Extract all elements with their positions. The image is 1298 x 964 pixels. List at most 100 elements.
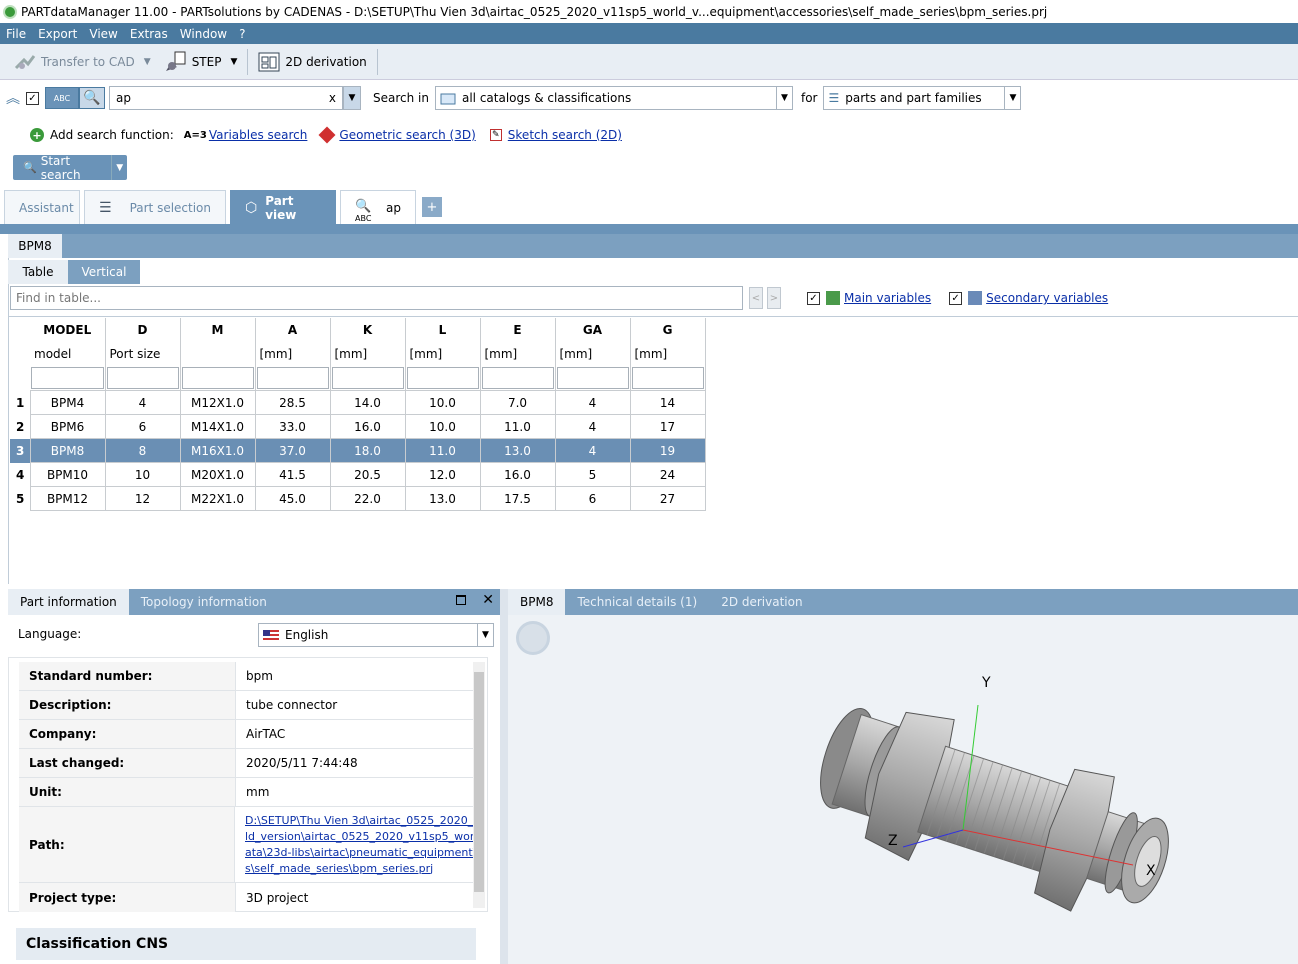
column-filter-input[interactable] [406,367,479,389]
tab-3d-part[interactable]: BPM8 [508,589,566,615]
chevron-down-icon[interactable]: ▼ [1004,87,1020,109]
table-cell[interactable]: 28.5 [254,390,331,415]
table-cell[interactable]: 14 [629,390,706,415]
table-cell[interactable]: 17.5 [479,486,556,511]
column-filter-input[interactable] [31,367,104,389]
table-cell[interactable]: 17 [629,414,706,439]
column-header[interactable]: MODEL [30,318,106,342]
table-cell[interactable]: 4 [554,414,631,439]
start-search-button[interactable]: 🔍 Start search ▼ [13,154,127,182]
table-row[interactable]: 1 BPM4 4 M12X1.0 28.5 14.0 10.0 7.0 4 14 [10,390,706,415]
column-header[interactable]: D [105,318,181,342]
classification-header[interactable]: Classification CNS [16,928,476,960]
table-cell[interactable]: 8 [104,438,181,463]
clear-icon[interactable]: x [329,91,336,105]
abc-text-search-toggle[interactable]: ABC [45,87,79,109]
search-input[interactable]: ap x [109,86,343,110]
table-cell[interactable]: 18.0 [329,438,406,463]
column-filter-input[interactable] [256,367,329,389]
table-cell[interactable]: 22.0 [329,486,406,511]
menu-window[interactable]: Window [174,27,233,41]
table-cell[interactable]: 4 [554,390,631,415]
collapse-icon[interactable]: ︽ [6,88,20,108]
tab-part-view[interactable]: ⬡ Part view [230,190,336,224]
close-icon[interactable]: ✕ [482,592,494,608]
column-header[interactable]: GA [555,318,631,342]
2d-derivation-button[interactable]: 2D derivation [252,48,372,76]
language-select[interactable]: English ▼ [258,623,494,647]
chevron-down-icon[interactable]: ▼ [477,624,493,646]
tab-assistant[interactable]: Assistant [4,190,80,224]
column-filter-input[interactable] [106,367,179,389]
table-cell[interactable]: M14X1.0 [179,414,256,439]
info-scrollbar[interactable] [473,662,485,908]
menu-help[interactable]: ? [233,27,251,41]
table-cell[interactable]: 6 [104,414,181,439]
find-next-button[interactable]: > [767,287,781,309]
tab-search-results[interactable]: 🔍ABC ap [340,190,416,224]
scrollbar-thumb[interactable] [474,672,484,892]
path-link[interactable]: D:\SETUP\Thu Vien 3d\airtac_0525_2020_v1… [235,807,477,882]
secondary-variables-link[interactable]: Secondary variables [986,291,1108,305]
menu-file[interactable]: File [0,27,32,41]
table-cell[interactable]: 7.0 [479,390,556,415]
table-cell[interactable]: 12.0 [404,462,481,487]
table-cell[interactable]: 27 [629,486,706,511]
variables-search-link[interactable]: Variables search [209,128,308,142]
column-header[interactable]: G [630,318,706,342]
tab-topology-information[interactable]: Topology information [129,589,279,615]
search-history-dropdown[interactable]: ▼ [343,86,361,110]
path-line[interactable]: D:\SETUP\Thu Vien 3d\airtac_0525_2020_v1 [245,813,477,829]
format-step-button[interactable]: STEP ▼ [157,48,244,76]
menu-view[interactable]: View [83,27,123,41]
tab-table[interactable]: Table [8,260,68,284]
table-cell[interactable]: BPM8 [29,438,106,463]
chevron-down-icon[interactable]: ▼ [775,87,792,109]
table-cell[interactable]: M20X1.0 [179,462,256,487]
part-name-tab[interactable]: BPM8 [8,234,62,258]
3d-model-view[interactable]: Y Z X [508,615,1298,964]
table-row[interactable]: 3 BPM8 8 M16X1.0 37.0 18.0 11.0 13.0 4 19 [10,438,706,463]
menu-extras[interactable]: Extras [124,27,174,41]
path-line[interactable]: s\self_made_series\bpm_series.prj [245,861,433,877]
table-row[interactable]: 5 BPM12 12 M22X1.0 45.0 22.0 13.0 17.5 6 27 [10,486,706,511]
find-prev-button[interactable]: < [749,287,763,309]
chevron-down-icon[interactable]: ▼ [111,155,127,180]
secondary-variables-checkbox[interactable]: ✓ [949,291,963,305]
table-cell[interactable]: 6 [554,486,631,511]
magnifier-search-toggle[interactable]: 🔍 [79,87,105,109]
transfer-to-cad-button[interactable]: Transfer to CAD ▼ [8,48,157,76]
table-cell[interactable]: 19 [629,438,706,463]
table-cell[interactable]: 13.0 [404,486,481,511]
column-filter-input[interactable] [331,367,404,389]
search-in-select[interactable]: all catalogs & classifications ▼ [434,86,793,110]
maximize-icon[interactable] [456,595,466,605]
table-cell[interactable]: 4 [554,438,631,463]
column-filter-input[interactable] [631,367,704,389]
main-variables-link[interactable]: Main variables [844,291,931,305]
table-cell[interactable]: BPM6 [29,414,106,439]
find-in-table-input[interactable]: Find in table... [10,286,743,310]
column-header[interactable]: A [255,318,331,342]
geometric-search-link[interactable]: Geometric search (3D) [339,128,475,142]
table-cell[interactable]: BPM12 [29,486,106,511]
table-cell[interactable]: BPM10 [29,462,106,487]
table-cell[interactable]: 13.0 [479,438,556,463]
table-cell[interactable]: 10.0 [404,414,481,439]
column-header[interactable]: K [330,318,406,342]
path-line[interactable]: ld_version\airtac_0525_2020_v11sp5_world… [245,829,477,845]
table-cell[interactable]: M16X1.0 [179,438,256,463]
table-cell[interactable]: 11.0 [404,438,481,463]
panel-splitter[interactable] [500,589,508,964]
chevron-down-icon[interactable]: ▼ [230,57,237,67]
column-filter-input[interactable] [181,367,254,389]
column-header[interactable]: M [180,318,256,342]
path-line[interactable]: ata\23d-libs\airtac\pneumatic_equipment\… [245,845,477,861]
column-header[interactable]: L [405,318,481,342]
add-tab-button[interactable]: + [422,197,442,217]
table-cell[interactable]: 5 [554,462,631,487]
menu-export[interactable]: Export [32,27,83,41]
column-filter-input[interactable] [481,367,554,389]
table-cell[interactable]: 45.0 [254,486,331,511]
sketch-search-link[interactable]: Sketch search (2D) [508,128,622,142]
